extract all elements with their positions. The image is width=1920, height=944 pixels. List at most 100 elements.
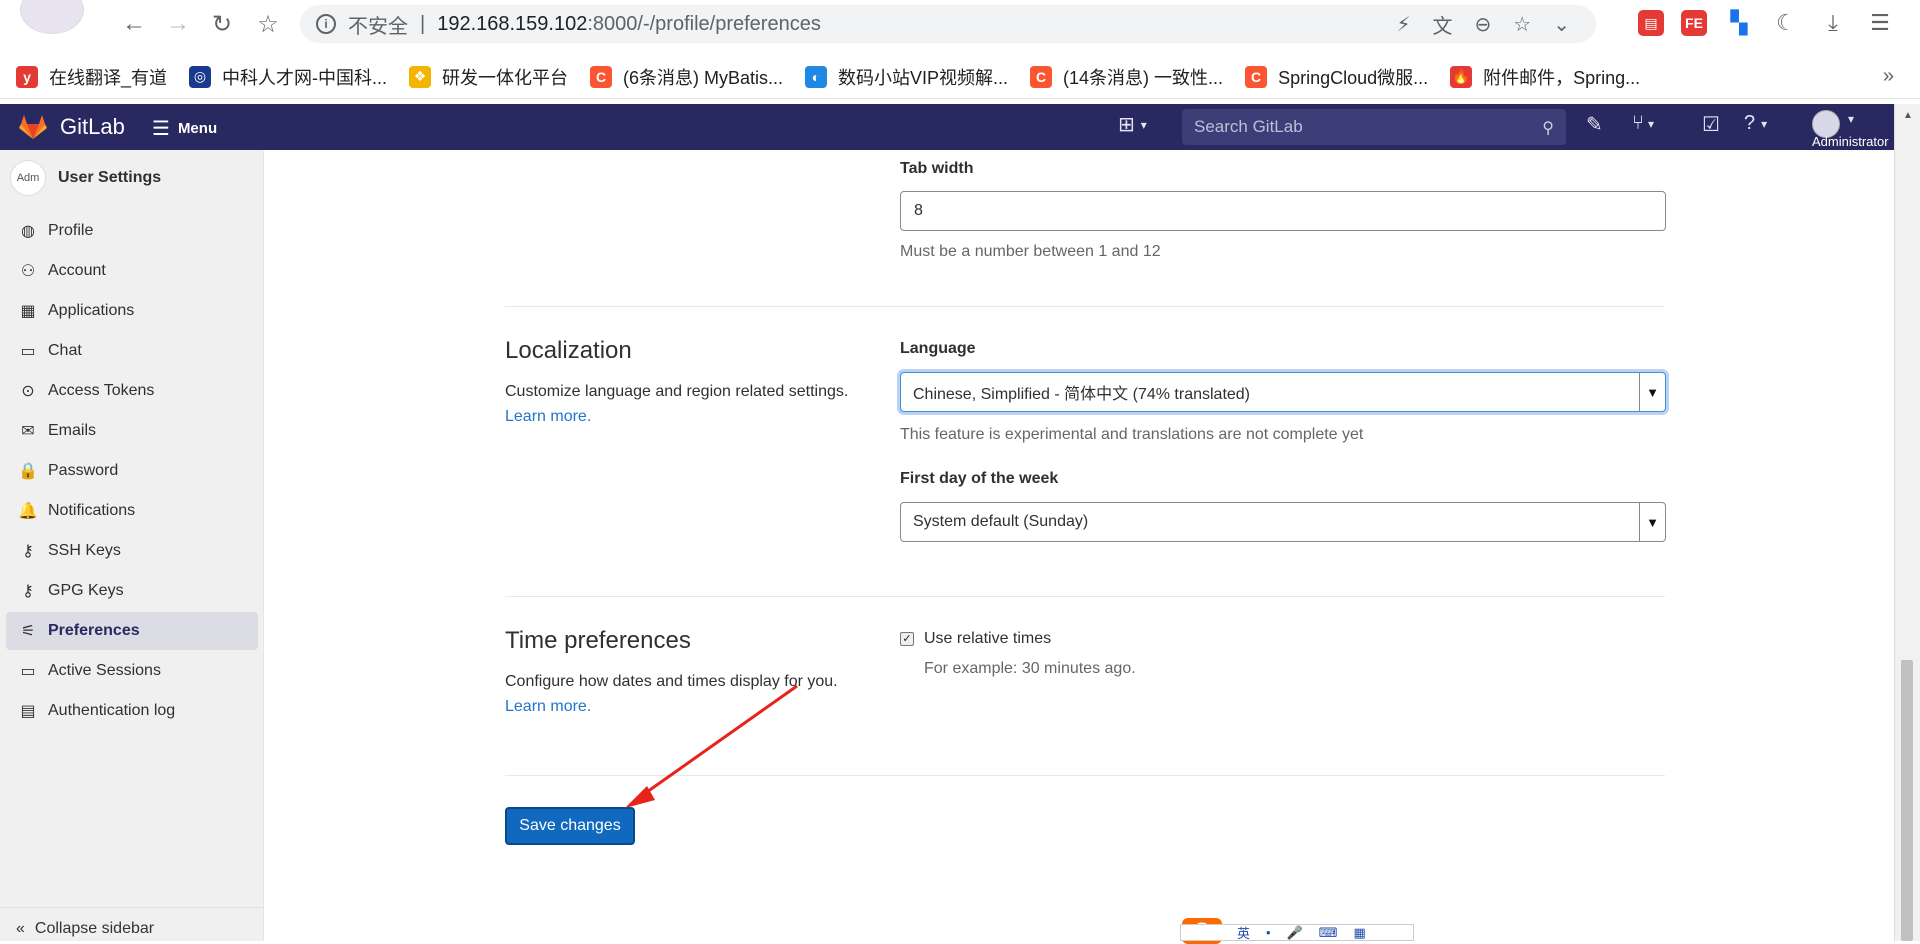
sidebar-item-label: Notifications: [48, 502, 136, 519]
address-separator: |: [420, 12, 426, 35]
sidebar-item-account[interactable]: ⚇ Account: [6, 252, 258, 290]
scroll-up-icon[interactable]: ▲: [1903, 110, 1913, 121]
chat-icon: ▭: [20, 343, 36, 360]
bookmark-label: 中科人才网-中国科...: [222, 67, 388, 88]
chevron-down-icon: ▾: [1648, 116, 1655, 131]
sidebar-item-label: Emails: [48, 422, 97, 439]
time-preferences-description: Configure how dates and times display fo…: [505, 669, 885, 719]
gitlab-header: GitLab ☰ Menu ⊞ ▾ Search GitLab ⚲ ✎ ⑂ ▾ ☑ …: [0, 104, 1894, 150]
bookmarks-more-icon[interactable]: »: [1883, 65, 1894, 88]
sidebar-item-label: Profile: [48, 222, 94, 239]
sidebar-item-active-sessions[interactable]: ▭ Active Sessions: [6, 652, 258, 690]
tab-width-input[interactable]: 8: [900, 191, 1666, 231]
bookmark-item[interactable]: ❖ 研发一体化平台: [409, 64, 568, 90]
browser-menu-icon[interactable]: ☰: [1865, 8, 1895, 38]
help-dropdown[interactable]: ? ▾: [1744, 112, 1767, 135]
localization-description-text: Customize language and region related se…: [505, 383, 849, 400]
sidebar-item-applications[interactable]: ▦ Applications: [6, 292, 258, 330]
bookmark-item[interactable]: ◐ 数码小站VIP视频解...: [805, 64, 1008, 90]
extension-mail-icon[interactable]: ▤: [1638, 10, 1664, 36]
translate-icon[interactable]: 文: [1433, 10, 1453, 39]
address-host: 192.168.159.102: [437, 12, 588, 35]
bookmark-item[interactable]: 🔥 附件邮件，Spring...: [1450, 64, 1640, 90]
extension-apps-icon[interactable]: ▚: [1724, 8, 1754, 38]
relative-times-label[interactable]: Use relative times: [924, 630, 1051, 648]
hamburger-icon: ☰: [152, 118, 170, 140]
gitlab-logo-icon[interactable]: [18, 112, 48, 142]
forward-icon[interactable]: →: [162, 8, 194, 40]
first-day-select[interactable]: System default (Sunday) ▼: [900, 502, 1666, 542]
account-icon: ⚇: [20, 263, 36, 280]
save-changes-button[interactable]: Save changes: [505, 807, 635, 845]
keyboard-icon[interactable]: ⌨: [1319, 925, 1338, 940]
divider: [505, 306, 1665, 307]
sidebar-item-chat[interactable]: ▭ Chat: [6, 332, 258, 370]
browser-profile-avatar[interactable]: [20, 0, 84, 34]
sidebar-item-preferences[interactable]: ⚟ Preferences: [6, 612, 258, 650]
user-menu-chevron-icon[interactable]: ▾: [1848, 112, 1854, 126]
tab-width-help: Must be a number between 1 and 12: [900, 243, 1161, 260]
issues-icon[interactable]: ✎: [1586, 112, 1603, 137]
bookmark-item[interactable]: C (14条消息) 一致性...: [1030, 64, 1223, 90]
extension-fe-icon[interactable]: FE: [1681, 10, 1707, 36]
lightning-icon[interactable]: ⚡: [1396, 12, 1410, 37]
ime-punct-icon[interactable]: •: [1266, 925, 1271, 940]
page-scrollbar[interactable]: ▲: [1894, 104, 1920, 941]
chevron-down-icon[interactable]: ⌄: [1553, 12, 1570, 37]
scrollbar-thumb[interactable]: [1901, 660, 1913, 941]
dark-mode-icon[interactable]: ☾: [1771, 8, 1801, 38]
time-preferences-learn-more-link[interactable]: Learn more.: [505, 694, 885, 719]
language-select[interactable]: Chinese, Simplified - 简体中文 (74% translat…: [900, 372, 1666, 412]
sidebar-header[interactable]: Adm User Settings: [10, 160, 161, 196]
site-info-icon[interactable]: i: [316, 14, 336, 34]
ime-lang-icon[interactable]: 英: [1237, 925, 1250, 940]
tab-width-label: Tab width: [900, 160, 974, 177]
reload-icon[interactable]: ↻: [206, 8, 238, 40]
first-day-selected-value: System default (Sunday): [913, 513, 1089, 530]
sidebar-item-label: Account: [48, 262, 106, 279]
sidebar-item-label: SSH Keys: [48, 542, 121, 559]
sidebar-item-access-tokens[interactable]: ⊙ Access Tokens: [6, 372, 258, 410]
bookmark-star-icon[interactable]: ☆: [252, 8, 284, 40]
bookmark-item[interactable]: ◎ 中科人才网-中国科...: [189, 64, 387, 90]
microphone-icon[interactable]: 🎤: [1287, 925, 1303, 940]
download-icon[interactable]: ⤓: [1818, 8, 1848, 38]
address-bar[interactable]: i 不安全 | 192.168.159.102:8000/-/profile/p…: [300, 5, 1596, 43]
back-icon[interactable]: ←: [118, 8, 150, 40]
localization-learn-more-link[interactable]: Learn more.: [505, 404, 885, 429]
bookmark-label: 数码小站VIP视频解...: [838, 67, 1009, 88]
sidebar-item-gpg-keys[interactable]: ⚷ GPG Keys: [6, 572, 258, 610]
zoom-icon[interactable]: ⊖: [1475, 12, 1492, 37]
ime-grid-icon[interactable]: ▦: [1354, 925, 1366, 940]
new-dropdown[interactable]: ⊞ ▾: [1118, 112, 1147, 137]
sidebar-item-emails[interactable]: ✉ Emails: [6, 412, 258, 450]
merge-requests-dropdown[interactable]: ⑂ ▾: [1632, 112, 1654, 135]
bookmark-item[interactable]: C SpringCloud微服...: [1245, 64, 1428, 90]
settings-sidebar: Adm User Settings ◍ Profile ⚇ Account ▦ Appli…: [0, 150, 264, 941]
sidebar-item-notifications[interactable]: 🔔 Notifications: [6, 492, 258, 530]
menu-button[interactable]: ☰ Menu: [152, 116, 217, 141]
ime-toolbar[interactable]: 英 • 🎤 ⌨ ▦: [1180, 924, 1414, 941]
todos-icon[interactable]: ☑: [1702, 112, 1720, 137]
gitlab-brand[interactable]: GitLab: [60, 114, 125, 140]
sidebar-item-profile[interactable]: ◍ Profile: [6, 212, 258, 250]
relative-times-checkbox[interactable]: ✓: [900, 632, 914, 646]
bookmark-item[interactable]: y 在线翻译_有道: [16, 64, 167, 90]
address-path: :8000/-/profile/preferences: [587, 12, 821, 35]
bookmark-item[interactable]: C (6条消息) MyBatis...: [590, 64, 783, 90]
sidebar-item-label: GPG Keys: [48, 582, 124, 599]
sidebar-item-password[interactable]: 🔒 Password: [6, 452, 258, 490]
sidebar-item-authentication-log[interactable]: ▤ Authentication log: [6, 692, 258, 730]
password-icon: 🔒: [18, 463, 38, 480]
ssh-keys-icon: ⚷: [22, 543, 34, 560]
chevron-down-icon: ▾: [1761, 116, 1768, 131]
sidebar-item-ssh-keys[interactable]: ⚷ SSH Keys: [6, 532, 258, 570]
chevron-down-icon: ▼: [1639, 503, 1665, 541]
bookmark-favicon-icon: C: [590, 65, 613, 88]
star-icon[interactable]: ☆: [1513, 12, 1531, 37]
time-preferences-description-text: Configure how dates and times display fo…: [505, 673, 838, 690]
collapse-sidebar-button[interactable]: « Collapse sidebar: [0, 907, 264, 941]
search-input[interactable]: Search GitLab ⚲: [1182, 109, 1566, 145]
bookmark-label: 附件邮件，Spring...: [1483, 67, 1641, 88]
admin-label: Administrator: [1812, 134, 1889, 149]
